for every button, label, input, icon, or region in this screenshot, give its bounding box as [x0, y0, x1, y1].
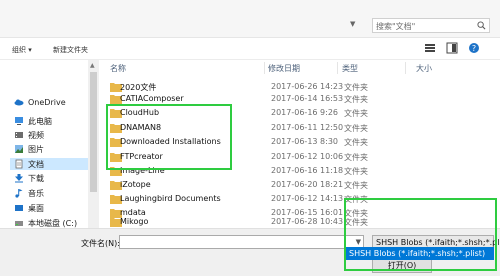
computer-icon [15, 117, 23, 125]
file-type: 文件夹 [344, 167, 368, 176]
navigation-pane: OneDrive 此电脑 视频 图片 文档 下载 音乐 桌面 本地磁盘 (C:) [0, 60, 100, 228]
file-date: 2017-06-12 10:06 [271, 152, 344, 161]
svg-text:?: ? [472, 44, 476, 53]
file-type: 文件夹 [344, 181, 368, 190]
file-date: 2017-06-26 14:23 [271, 82, 344, 91]
sidebar-item-label: 视频 [28, 130, 44, 140]
sidebar-item-downloads[interactable]: 下载 [14, 172, 44, 184]
file-type: 文件夹 [344, 83, 368, 92]
sidebar-item-label: 本地磁盘 (C:) [28, 218, 78, 228]
disk-icon [15, 221, 23, 226]
cloud-icon [14, 99, 24, 106]
file-name: iZotope [120, 180, 151, 189]
column-divider[interactable] [337, 62, 338, 74]
preview-pane-icon[interactable] [446, 42, 458, 54]
highlight-box-filetype [344, 198, 497, 271]
sidebar-item-label: 此电脑 [28, 116, 52, 126]
file-type: 文件夹 [344, 153, 368, 162]
music-icon [15, 189, 23, 198]
sidebar-item-this-pc[interactable]: 此电脑 [14, 115, 52, 127]
highlight-box-folders [106, 104, 232, 170]
download-icon [15, 174, 23, 183]
nav-scrollbar[interactable]: ▲ [88, 60, 99, 228]
file-type: 文件夹 [344, 109, 368, 118]
search-input[interactable]: 搜索"文档" [372, 18, 490, 33]
address-bar-area: ▼ 搜索"文档" [0, 0, 500, 38]
filename-field[interactable]: ▼ [119, 235, 364, 249]
sidebar-item-desktop[interactable]: 桌面 [14, 202, 44, 214]
sidebar-item-documents[interactable]: 文档 [10, 158, 88, 170]
sidebar-item-pictures[interactable]: 图片 [14, 143, 44, 155]
sidebar-item-music[interactable]: 音乐 [14, 187, 44, 199]
file-name: CATIAComposer [120, 94, 184, 103]
file-date: 2017-06-13 8:30 [271, 137, 338, 146]
view-controls: ? [424, 42, 480, 54]
video-icon [15, 132, 23, 138]
sidebar-item-label: OneDrive [28, 97, 66, 107]
file-type: 文件夹 [344, 138, 368, 147]
scrollbar-thumb[interactable] [90, 72, 97, 192]
file-date: 2017-06-11 12:50 [271, 123, 344, 132]
column-divider[interactable] [405, 62, 406, 74]
file-date: 2017-06-12 14:13 [271, 194, 344, 203]
table-row[interactable]: 2020文件 2017-06-26 14:23 文件夹 [100, 81, 500, 93]
file-date: 2017-06-20 18:21 [271, 180, 344, 189]
organize-button[interactable]: 组织 ▾ [12, 45, 32, 55]
sidebar-item-label: 桌面 [28, 203, 44, 213]
file-date: 2017-06-16 9:26 [271, 108, 338, 117]
document-icon [15, 159, 23, 169]
help-icon[interactable]: ? [468, 42, 480, 54]
sidebar-item-label: 文档 [28, 159, 44, 169]
file-name: 2020文件 [120, 83, 157, 92]
new-folder-button[interactable]: 新建文件夹 [53, 45, 88, 55]
command-toolbar: 组织 ▾ 新建文件夹 ? [0, 38, 500, 60]
file-date: 2017-06-16 11:18 [271, 166, 344, 175]
column-header-size[interactable]: 大小 [416, 60, 432, 76]
sidebar-item-label: 图片 [28, 144, 44, 154]
sidebar-item-label: 音乐 [28, 188, 44, 198]
desktop-icon [15, 205, 23, 211]
sidebar-item-label: 下载 [28, 173, 44, 183]
file-name: Laughingbird Documents [120, 194, 221, 203]
file-type: 文件夹 [344, 124, 368, 133]
sidebar-item-videos[interactable]: 视频 [14, 129, 44, 141]
file-date: 2017-06-14 16:53 [271, 94, 344, 103]
column-header-name[interactable]: 名称 [110, 60, 126, 76]
search-icon[interactable] [477, 21, 486, 30]
picture-icon [15, 145, 23, 153]
file-name: Mikogo [120, 217, 149, 226]
file-type: 文件夹 [344, 95, 368, 104]
search-placeholder: 搜索"文档" [376, 22, 416, 31]
scroll-up-icon[interactable]: ▲ [90, 62, 95, 69]
table-row[interactable]: iZotope 2017-06-20 18:21 文件夹 [100, 179, 500, 191]
filename-label: 文件名(N): [81, 239, 120, 248]
view-options-icon[interactable] [424, 42, 436, 54]
column-divider[interactable] [264, 62, 265, 74]
sidebar-item-onedrive[interactable]: OneDrive [14, 96, 66, 108]
chevron-down-icon[interactable]: ▼ [350, 20, 355, 28]
column-header-date[interactable]: 修改日期 [268, 60, 300, 76]
file-date: 2017-06-28 10:43 [271, 217, 344, 226]
column-header-type[interactable]: 类型 [342, 60, 358, 76]
